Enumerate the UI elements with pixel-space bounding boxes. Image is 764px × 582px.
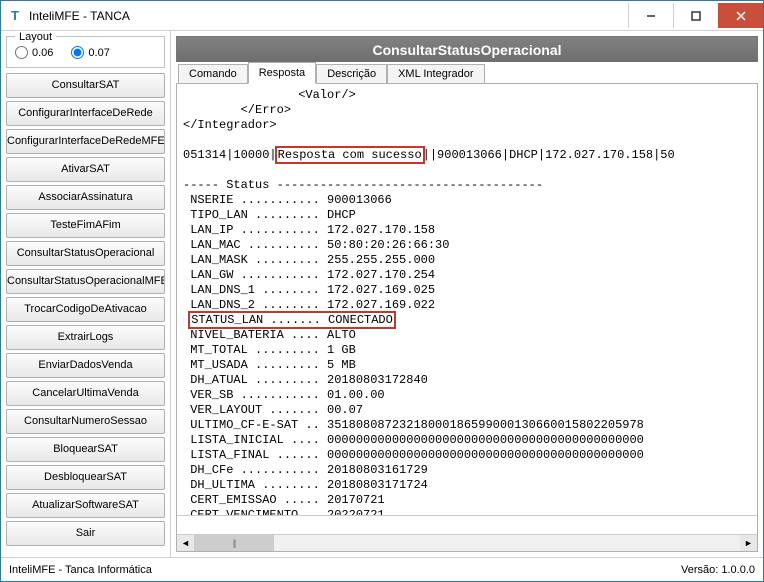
sidebar-btn-extrairlogs[interactable]: ExtrairLogs <box>6 325 165 350</box>
sidebar-btn-consultarsat[interactable]: ConsultarSAT <box>6 73 165 98</box>
layout-radio-007-input[interactable] <box>71 46 84 59</box>
sidebar-btn-associarassinatura[interactable]: AssociarAssinatura <box>6 185 165 210</box>
sidebar-btn-enviardadosvenda[interactable]: EnviarDadosVenda <box>6 353 165 378</box>
scroll-track[interactable]: ||| <box>194 535 740 552</box>
layout-radio-006[interactable]: 0.06 <box>15 46 53 59</box>
sidebar-btn-testefimafim[interactable]: TesteFimAFim <box>6 213 165 238</box>
titlebar: T InteliMFE - TANCA <box>1 1 763 31</box>
scroll-thumb[interactable]: ||| <box>194 535 274 552</box>
close-button[interactable] <box>718 3 763 28</box>
highlight: STATUS_LAN ....... CONECTADO <box>188 311 396 329</box>
app-icon: T <box>7 8 23 24</box>
command-input[interactable] <box>177 516 757 534</box>
sidebar-btn-configurarinterfacederedemfe[interactable]: ConfigurarInterfaceDeRedeMFE <box>6 129 165 154</box>
page-title: ConsultarStatusOperacional <box>176 36 758 62</box>
sidebar-btn-bloquearsat[interactable]: BloquearSAT <box>6 437 165 462</box>
tab-resposta[interactable]: Resposta <box>248 62 316 84</box>
sidebar-btn-consultarnumerosessao[interactable]: ConsultarNumeroSessao <box>6 409 165 434</box>
response-text: <Valor/> </Erro> </Integrador> 051314|10… <box>177 84 757 515</box>
sidebar-btn-atualizarsoftwaresat[interactable]: AtualizarSoftwareSAT <box>6 493 165 518</box>
statusbar-right: Versão: 1.0.0.0 <box>681 564 755 576</box>
sidebar-btn-consultarstatusoperacional[interactable]: ConsultarStatusOperacional <box>6 241 165 266</box>
layout-radio-006-input[interactable] <box>15 46 28 59</box>
highlight: Resposta com sucesso <box>275 146 425 164</box>
maximize-button[interactable] <box>673 3 718 28</box>
horizontal-scrollbar[interactable]: ◄ ||| ► <box>177 534 757 551</box>
statusbar: InteliMFE - Tanca Informática Versão: 1.… <box>1 557 763 581</box>
layout-radio-007[interactable]: 0.07 <box>71 46 109 59</box>
sidebar-btn-consultarstatusoperacionalmfe[interactable]: ConsultarStatusOperacionalMFE <box>6 269 165 294</box>
sidebar-btn-sair[interactable]: Sair <box>6 521 165 546</box>
sidebar-btn-configurarinterfacederede[interactable]: ConfigurarInterfaceDeRede <box>6 101 165 126</box>
minimize-button[interactable] <box>628 3 673 28</box>
response-panel: <Valor/> </Erro> </Integrador> 051314|10… <box>176 84 758 552</box>
response-scroll[interactable]: <Valor/> </Erro> </Integrador> 051314|10… <box>177 84 757 515</box>
sidebar-btn-cancelarultimavenda[interactable]: CancelarUltimaVenda <box>6 381 165 406</box>
sidebar: Layout 0.06 0.07 ConsultarSAT ConfigurarI… <box>1 31 171 557</box>
sidebar-btn-desbloquearsat[interactable]: DesbloquearSAT <box>6 465 165 490</box>
statusbar-left: InteliMFE - Tanca Informática <box>9 564 681 576</box>
tab-xml-integrador[interactable]: XML Integrador <box>387 64 484 83</box>
layout-fieldset: Layout 0.06 0.07 <box>6 36 165 68</box>
sidebar-btn-ativarsat[interactable]: AtivarSAT <box>6 157 165 182</box>
tab-comando[interactable]: Comando <box>178 64 248 83</box>
command-input-wrap <box>177 515 757 534</box>
main-panel: ConsultarStatusOperacional ComandoRespos… <box>171 31 763 557</box>
sidebar-btn-trocarcodigodeativacao[interactable]: TrocarCodigoDeAtivacao <box>6 297 165 322</box>
tab-descrição[interactable]: Descrição <box>316 64 387 83</box>
scroll-right-arrow[interactable]: ► <box>740 535 757 552</box>
layout-legend: Layout <box>15 31 56 43</box>
window-title: InteliMFE - TANCA <box>29 9 628 23</box>
tabstrip: ComandoRespostaDescriçãoXML Integrador <box>176 62 758 84</box>
scroll-left-arrow[interactable]: ◄ <box>177 535 194 552</box>
